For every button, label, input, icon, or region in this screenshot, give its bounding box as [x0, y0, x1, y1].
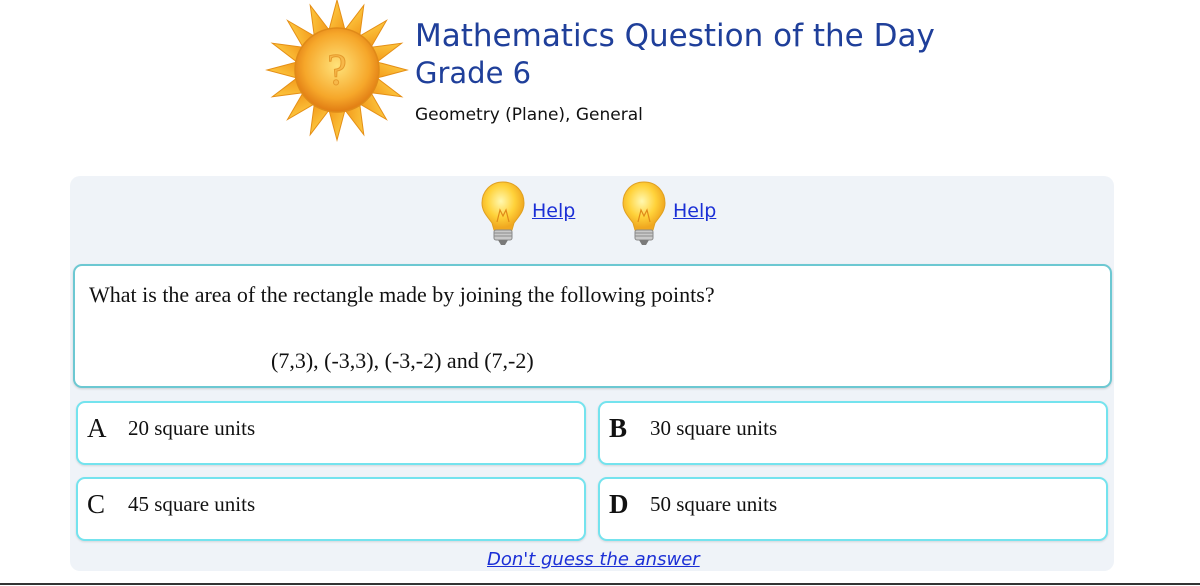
choice-letter: B [609, 413, 628, 443]
lightbulb-icon [481, 181, 525, 245]
page-title: Mathematics Question of the Day [415, 18, 935, 54]
help-link-label[interactable]: Help [673, 200, 716, 222]
lightbulb-icon [622, 181, 666, 245]
choice-text: 20 square units [128, 416, 256, 440]
choice-letter: D [609, 489, 629, 519]
choice-letter: A [87, 413, 107, 443]
answer-choice-b[interactable]: B 30 square units [598, 401, 1108, 465]
answer-choice-a[interactable]: A 20 square units [76, 401, 586, 465]
question-box: What is the area of the rectangle made b… [73, 264, 1112, 388]
help-link-label[interactable]: Help [532, 200, 575, 222]
question-text: What is the area of the rectangle made b… [89, 282, 715, 307]
help-link-2[interactable]: Help [619, 180, 716, 250]
question-points: (7,3), (-3,3), (-3,-2) and (7,-2) [271, 348, 534, 373]
svg-text:?: ? [327, 45, 347, 94]
help-link-1[interactable]: Help [478, 180, 575, 250]
choice-text: 45 square units [128, 492, 256, 516]
header: ? Mathematics Question of the Day Grade … [0, 0, 1200, 170]
choice-letter: C [87, 489, 106, 519]
answer-choice-d[interactable]: D 50 square units [598, 477, 1108, 541]
divider [0, 583, 1200, 585]
sun-question-mark-icon: ? [265, 0, 409, 142]
choice-text: 30 square units [650, 416, 778, 440]
grade-label: Grade 6 [415, 56, 532, 90]
topic-label: Geometry (Plane), General [415, 105, 643, 125]
dont-guess-link[interactable]: Don't guess the answer [487, 549, 700, 570]
answer-choice-c[interactable]: C 45 square units [76, 477, 586, 541]
choice-text: 50 square units [650, 492, 778, 516]
